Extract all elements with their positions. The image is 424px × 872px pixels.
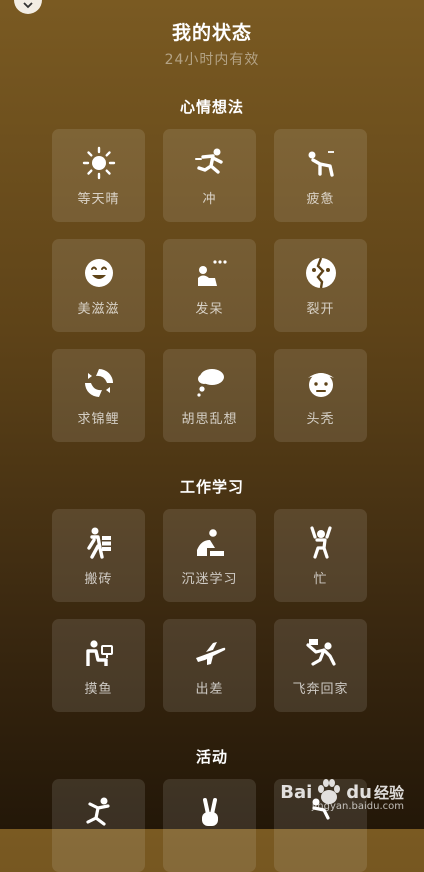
dancing-icon [81, 796, 117, 830]
watermark-url: jingyan.baidu.com [311, 801, 404, 812]
status-label: 头秃 [306, 412, 335, 427]
status-label: 出差 [195, 682, 224, 697]
status-label: 发呆 [195, 302, 224, 317]
status-label: 胡思乱想 [181, 412, 238, 427]
page-subtitle: 24小时内有效 [164, 52, 260, 68]
status-tile-brick[interactable]: 搬砖 [52, 509, 145, 602]
studying-icon [192, 526, 228, 560]
status-label: 疲惫 [306, 192, 335, 207]
busy-icon [303, 526, 339, 560]
status-tile-happy[interactable]: 美滋滋 [52, 239, 145, 332]
watermark-brand-2: du [346, 781, 372, 803]
daze-icon [192, 256, 228, 290]
back-button[interactable] [14, 0, 42, 14]
bald-head-icon [303, 366, 339, 400]
status-tile-activity-2[interactable] [163, 779, 256, 872]
status-label: 飞奔回家 [292, 682, 349, 697]
exhausted-icon [303, 146, 339, 180]
cracked-icon [303, 256, 339, 290]
victory-hand-icon [192, 796, 228, 830]
thought-cloud-icon [192, 366, 228, 400]
status-tile-slacking[interactable]: 摸鱼 [52, 619, 145, 712]
status-label: 冲 [202, 192, 217, 207]
chevron-down-icon [23, 2, 33, 9]
smile-icon [81, 256, 117, 290]
status-tile-daze[interactable]: 发呆 [163, 239, 256, 332]
status-label: 求锦鲤 [77, 412, 120, 427]
section-title-activity: 活动 [195, 748, 228, 766]
status-label: 忙 [313, 572, 328, 587]
running-icon [192, 146, 228, 180]
koi-icon [81, 366, 117, 400]
status-tile-tired[interactable]: 疲惫 [274, 129, 367, 222]
slacking-icon [81, 636, 117, 670]
status-label: 裂开 [306, 302, 335, 317]
watermark-suffix: 经验 [373, 783, 404, 802]
watermark-brand: Bai [280, 781, 313, 803]
status-tile-rush-home[interactable]: 飞奔回家 [274, 619, 367, 712]
status-tile-activity-1[interactable] [52, 779, 145, 872]
sun-icon [81, 146, 117, 180]
brick-carrier-icon [81, 526, 117, 560]
section-title-work: 工作学习 [179, 478, 244, 496]
status-tile-koi[interactable]: 求锦鲤 [52, 349, 145, 442]
page-header: 我的状态 24小时内有效 [0, 18, 424, 69]
airplane-icon [192, 636, 228, 670]
status-label: 沉迷学习 [181, 572, 238, 587]
status-label: 等天晴 [77, 192, 120, 207]
status-tile-overthinking[interactable]: 胡思乱想 [163, 349, 256, 442]
status-label: 搬砖 [84, 572, 113, 587]
status-tile-business-trip[interactable]: 出差 [163, 619, 256, 712]
page-title: 我的状态 [171, 22, 252, 44]
section-title-mood: 心情想法 [179, 98, 244, 116]
status-tile-charge[interactable]: 冲 [163, 129, 256, 222]
baidu-jingyan-watermark: Bai du 经验 jingyan.baidu.com [280, 777, 404, 812]
status-tile-bald[interactable]: 头秃 [274, 349, 367, 442]
status-tile-busy[interactable]: 忙 [274, 509, 367, 602]
status-label: 美滋滋 [77, 302, 120, 317]
status-tile-sunny[interactable]: 等天晴 [52, 129, 145, 222]
status-tile-cracked[interactable]: 裂开 [274, 239, 367, 332]
status-label: 摸鱼 [84, 682, 113, 697]
status-tile-studying[interactable]: 沉迷学习 [163, 509, 256, 602]
rushing-home-icon [303, 636, 339, 670]
